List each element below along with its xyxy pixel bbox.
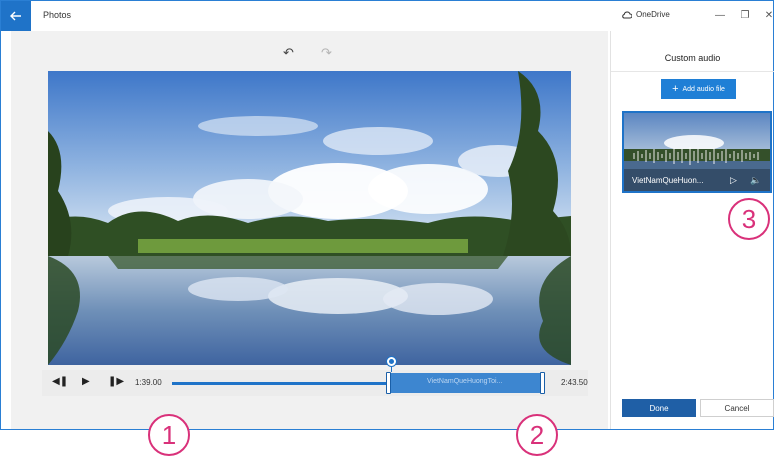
callout-2: 2 — [516, 414, 558, 456]
callout-1: 1 — [148, 414, 190, 456]
plus-icon: + — [672, 82, 679, 95]
start-time: 1:39.00 — [135, 378, 162, 387]
redo-icon[interactable]: ↷ — [321, 45, 332, 61]
timeline-track[interactable] — [172, 382, 388, 385]
minimize-icon[interactable]: — — [711, 7, 729, 23]
skip-back-icon[interactable]: ◀❚ — [52, 376, 68, 387]
end-time: 2:43.50 — [561, 378, 588, 387]
add-audio-file-label: Add audio file — [682, 85, 725, 93]
undo-icon[interactable]: ↶ — [283, 45, 294, 61]
video-editor: ↶ ↷ ◀❚ ▶ ❚▶ 1:39.00 VietNamQueHuongToi..… — [11, 31, 608, 429]
panel-divider — [611, 71, 774, 72]
back-arrow-icon — [10, 11, 21, 21]
audio-card[interactable]: VietNamQueHuon... ▷ 🔈 — [622, 111, 772, 193]
callout-3: 3 — [728, 198, 770, 240]
audio-clip-range[interactable]: VietNamQueHuongToi... — [386, 372, 545, 394]
audio-clip-label: VietNamQueHuongToi... — [427, 378, 503, 385]
back-button[interactable] — [1, 1, 31, 31]
video-preview[interactable] — [48, 71, 571, 365]
done-button[interactable]: Done — [622, 399, 696, 417]
play-icon[interactable]: ▷ — [730, 175, 737, 186]
clip-end-handle[interactable] — [540, 372, 545, 394]
playback-controls: ◀❚ ▶ ❚▶ 1:39.00 VietNamQueHuongToi... 2:… — [42, 357, 588, 396]
cancel-button[interactable]: Cancel — [700, 399, 774, 417]
cloud-icon — [622, 10, 632, 18]
playhead-handle[interactable] — [387, 357, 396, 366]
onedrive-status[interactable]: OneDrive — [621, 10, 670, 19]
volume-icon[interactable]: 🔈 — [750, 175, 761, 186]
maximize-icon[interactable]: ❐ — [736, 7, 754, 23]
onedrive-label: OneDrive — [636, 10, 670, 19]
add-audio-file-button[interactable]: + Add audio file — [661, 79, 736, 99]
photos-window: Photos OneDrive — ❐ ✕ ↶ ↷ ◀❚ ▶ ❚▶ 1:39.0… — [0, 0, 774, 430]
close-icon[interactable]: ✕ — [760, 7, 774, 23]
app-title: Photos — [43, 10, 72, 20]
skip-forward-icon[interactable]: ❚▶ — [108, 376, 124, 387]
audio-card-name: VietNamQueHuon... — [632, 176, 704, 185]
panel-title: Custom audio — [664, 53, 721, 63]
video-frame — [48, 71, 571, 365]
title-bar: Photos OneDrive — ❐ ✕ — [1, 1, 773, 31]
play-icon[interactable]: ▶ — [82, 376, 90, 387]
clip-start-handle[interactable] — [386, 372, 391, 394]
